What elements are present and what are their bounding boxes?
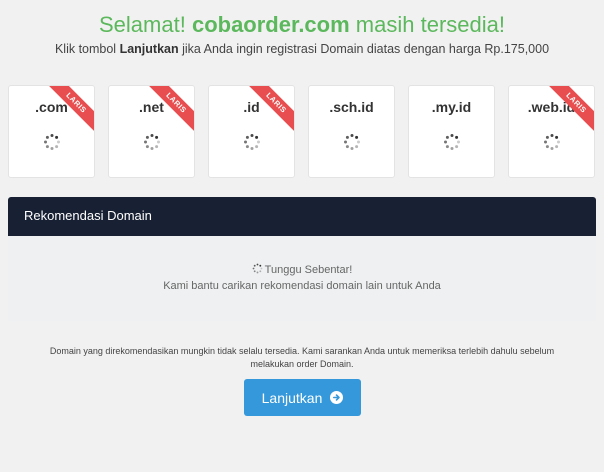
spinner-dot [357, 140, 360, 144]
spinner-dot [253, 264, 256, 267]
spinner-dot [350, 134, 354, 137]
spinner-dot [145, 145, 149, 149]
spinner-dot [145, 135, 149, 139]
tld-card-web-id[interactable]: .web.id LARIS [508, 85, 595, 178]
spinner-dot [344, 140, 347, 144]
spinner-dot [345, 135, 349, 139]
headline-prefix: Selamat! [99, 12, 186, 37]
wait-text: Tunggu Sebentar! [264, 264, 353, 276]
spinner-dot [550, 134, 554, 137]
spinner-dot [55, 135, 59, 139]
loading-spinner-icon [344, 134, 360, 150]
subline-after: jika Anda ingin registrasi Domain diatas… [182, 42, 550, 56]
spinner-dot [355, 135, 359, 139]
headline-domain: cobaorder.com [191, 12, 350, 37]
spinner-dot [45, 135, 49, 139]
spinner-dot [44, 140, 47, 144]
spinner-dot [355, 145, 359, 149]
loading-spinner-icon [544, 134, 560, 150]
spinner-dot [250, 147, 254, 150]
spinner-dot [350, 147, 354, 150]
spinner-dot [144, 140, 147, 144]
availability-subline: Klik tombol Lanjutkan jika Anda ingin re… [0, 40, 604, 58]
wait-message: Tunggu Sebentar! [8, 263, 596, 276]
recommendation-title: Rekomendasi Domain [24, 208, 152, 223]
spinner-dot [260, 267, 263, 270]
spinner-dot [157, 140, 160, 144]
spinner-dot [250, 134, 254, 137]
tld-card-net[interactable]: .net LARIS [108, 85, 195, 178]
spinner-dot [450, 147, 454, 150]
spinner-dot [550, 147, 554, 150]
tld-card-my-id[interactable]: .my.id [408, 85, 495, 178]
spinner-dot [545, 145, 549, 149]
loading-spinner-icon [44, 134, 60, 150]
arrow-circle-right-icon [330, 391, 344, 404]
recommendation-header: Rekomendasi Domain [8, 197, 596, 236]
spinner-dot [445, 135, 449, 139]
spinner-dot [544, 140, 547, 144]
tld-name: .sch.id [329, 99, 374, 115]
help-text: Kami bantu carikan rekomendasi domain la… [163, 280, 441, 292]
spinner-dot [256, 271, 259, 274]
subline-button-ref: Lanjutkan [119, 42, 179, 56]
availability-headline: Selamat! cobaorder.com masih tersedia! [0, 11, 604, 39]
headline-suffix: masih tersedia! [355, 12, 505, 37]
spinner-dot [256, 263, 259, 266]
continue-button-label: Lanjutkan [261, 389, 323, 406]
loading-spinner-icon [144, 134, 160, 150]
spinner-dot [155, 145, 159, 149]
continue-button[interactable]: Lanjutkan [244, 379, 361, 416]
spinner-dot [257, 140, 260, 144]
loading-spinner-icon [252, 263, 263, 274]
loading-spinner-icon [244, 134, 260, 150]
spinner-dot [50, 134, 54, 137]
spinner-dot [345, 145, 349, 149]
recommendation-panel: Tunggu Sebentar! Kami bantu carikan reko… [8, 236, 596, 321]
spinner-dot [545, 135, 549, 139]
spinner-dot [150, 134, 154, 137]
spinner-dot [155, 135, 159, 139]
spinner-dot [557, 140, 560, 144]
spinner-dot [50, 147, 54, 150]
spinner-dot [259, 264, 261, 267]
tld-card-id[interactable]: .id LARIS [208, 85, 295, 178]
spinner-dot [244, 140, 247, 144]
spinner-dot [255, 135, 259, 139]
spinner-dot [45, 145, 49, 149]
tld-card-sch-id[interactable]: .sch.id [308, 85, 395, 178]
spinner-dot [555, 145, 559, 149]
spinner-dot [457, 140, 460, 144]
subline-before: Klik tombol [54, 42, 117, 56]
spinner-dot [245, 145, 249, 149]
spinner-dot [255, 145, 259, 149]
spinner-dot [444, 140, 447, 144]
spinner-dot [57, 140, 60, 144]
tld-name: .my.id [431, 99, 472, 115]
spinner-dot [445, 145, 449, 149]
spinner-dot [253, 270, 256, 273]
spinner-dot [150, 147, 154, 150]
spinner-dot [245, 135, 249, 139]
spinner-dot [455, 135, 459, 139]
spinner-dot [450, 134, 454, 137]
spinner-dot [259, 270, 261, 273]
loading-spinner-icon [444, 134, 460, 150]
disclaimer-note: Domain yang direkomendasikan mungkin tid… [49, 346, 555, 369]
tld-cards: .com LARIS .net LARIS .id LARIS .sch.id … [8, 85, 596, 178]
spinner-dot [455, 145, 459, 149]
spinner-dot [55, 145, 59, 149]
spinner-dot [555, 135, 559, 139]
tld-card-com[interactable]: .com LARIS [8, 85, 95, 178]
spinner-dot [252, 267, 255, 270]
